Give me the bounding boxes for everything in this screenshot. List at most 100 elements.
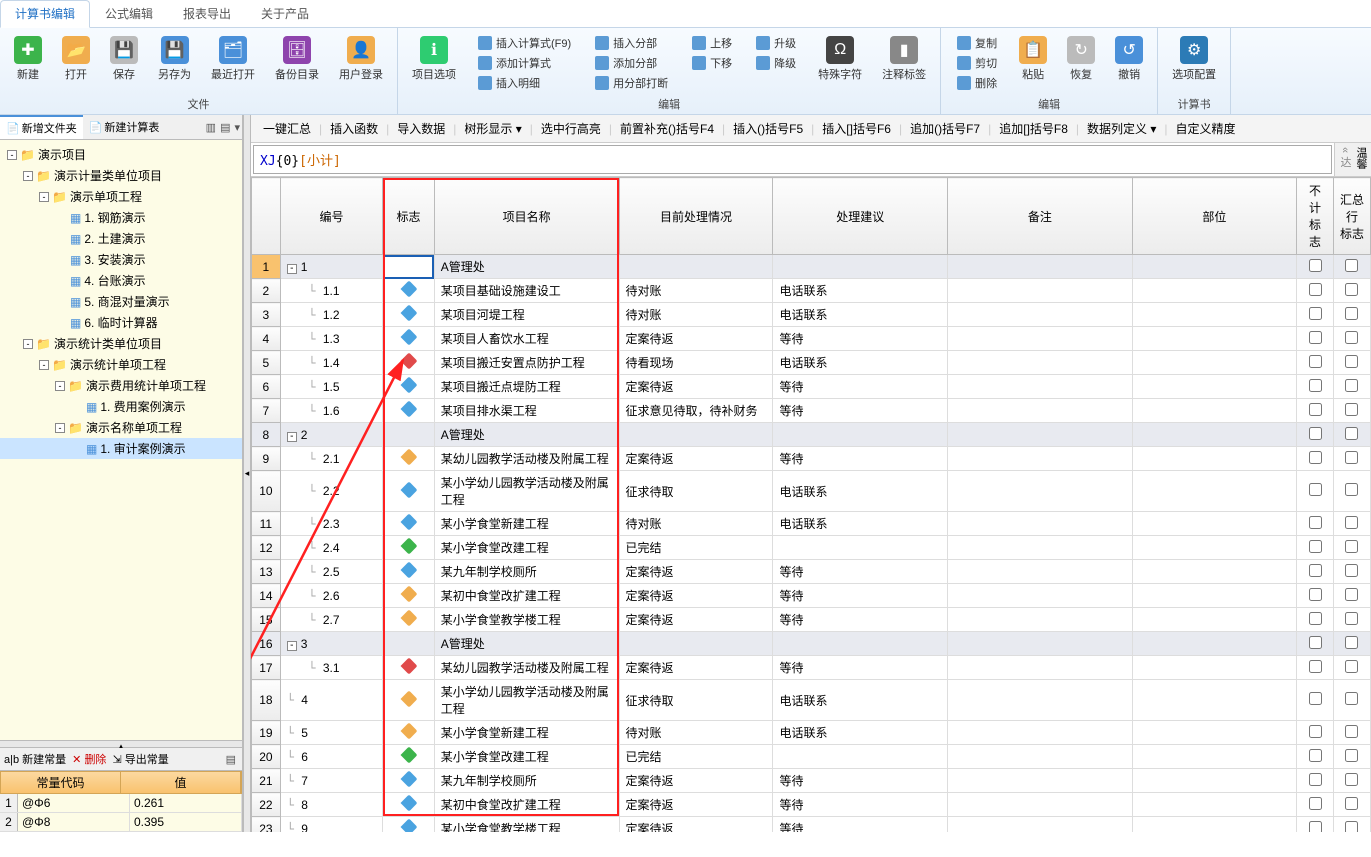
cell-status[interactable]: 定案待返 — [619, 817, 773, 833]
tree-toggle[interactable]: - — [55, 381, 65, 391]
cell-status[interactable]: 征求意见待取，待补财务 — [619, 399, 773, 423]
cell-note[interactable] — [948, 351, 1133, 375]
tab-1[interactable]: 公式编辑 — [90, 0, 168, 27]
cell-sugg[interactable]: 电话联系 — [773, 721, 948, 745]
cell-status[interactable]: 待对账 — [619, 303, 773, 327]
ribbon-spec-char[interactable]: Ω 特殊字符 — [812, 32, 868, 94]
tree-node[interactable]: -📁演示统计类单位项目 — [0, 333, 242, 354]
ribbon-undo[interactable]: ↺ 撤销 — [1109, 32, 1149, 94]
cell-chk2[interactable] — [1333, 817, 1370, 833]
cell-num[interactable]: └ 5 — [280, 721, 383, 745]
cell-status[interactable]: 已完结 — [619, 745, 773, 769]
ribbon-downgrade[interactable]: 降级 — [752, 54, 800, 72]
cell-sugg[interactable] — [773, 745, 948, 769]
cell-num[interactable]: └ 3.1 — [280, 656, 383, 680]
tree-node[interactable]: -📁演示名称单项工程 — [0, 417, 242, 438]
cell-name[interactable]: 某项目搬迁点堤防工程 — [434, 375, 619, 399]
ribbon-add-formula[interactable]: 添加计算式 — [474, 54, 575, 72]
grid-header-8[interactable]: 不计标志 — [1297, 178, 1334, 255]
ribbon-new[interactable]: ✚ 新建 — [8, 32, 48, 94]
cell-flag[interactable] — [383, 680, 434, 721]
rownum[interactable]: 17 — [252, 656, 281, 680]
project-tree[interactable]: -📁演示项目-📁演示计量类单位项目-📁演示单项工程▦1. 钢筋演示▦2. 土建演… — [0, 140, 242, 740]
cell-flag[interactable] — [383, 303, 434, 327]
cell-flag[interactable] — [383, 471, 434, 512]
cell-chk2[interactable] — [1333, 351, 1370, 375]
cell-flag[interactable] — [383, 255, 434, 279]
tree-node[interactable]: ▦4. 台账演示 — [0, 270, 242, 291]
rownum[interactable]: 16 — [252, 632, 281, 656]
cell-chk2[interactable] — [1333, 536, 1370, 560]
tb2-btn-4[interactable]: 选中行高亮 — [535, 118, 607, 139]
tb2-btn-1[interactable]: 插入函数 — [324, 118, 384, 139]
cell-sugg[interactable] — [773, 255, 948, 279]
grid-row[interactable]: 21 └ 7 某九年制学校厕所 定案待返 等待 — [252, 769, 1371, 793]
grid-row[interactable]: 2 └ 1.1 某项目基础设施建设工 待对账 电话联系 — [252, 279, 1371, 303]
cell-name[interactable]: 某项目搬迁安置点防护工程 — [434, 351, 619, 375]
ribbon-delete[interactable]: 删除 — [953, 74, 1001, 92]
cell-flag[interactable] — [383, 632, 434, 656]
cell-num[interactable]: └ 7 — [280, 769, 383, 793]
cell-chk2[interactable] — [1333, 255, 1370, 279]
cell-sugg[interactable]: 电话联系 — [773, 471, 948, 512]
cell-num[interactable]: └ 1.5 — [280, 375, 383, 399]
cell-chk1[interactable] — [1297, 721, 1334, 745]
cell-chk2[interactable] — [1333, 512, 1370, 536]
cell-chk1[interactable] — [1297, 608, 1334, 632]
tab-3[interactable]: 关于产品 — [246, 0, 324, 27]
rownum[interactable]: 21 — [252, 769, 281, 793]
cell-status[interactable]: 定案待返 — [619, 447, 773, 471]
tree-node[interactable]: -📁演示费用统计单项工程 — [0, 375, 242, 396]
cell-sugg[interactable]: 等待 — [773, 375, 948, 399]
ribbon-login[interactable]: 👤 用户登录 — [333, 32, 389, 94]
cell-note[interactable] — [948, 769, 1133, 793]
ribbon-annot[interactable]: ▮ 注释标签 — [876, 32, 932, 94]
ribbon-break-part[interactable]: 用分部打断 — [591, 74, 672, 92]
grid-row[interactable]: 19 └ 5 某小学食堂新建工程 待对账 电话联系 — [252, 721, 1371, 745]
rownum[interactable]: 3 — [252, 303, 281, 327]
tb2-btn-6[interactable]: 插入()括号F5 — [727, 118, 809, 139]
cell-flag[interactable] — [383, 447, 434, 471]
cell-status[interactable]: 征求待取 — [619, 471, 773, 512]
rownum[interactable]: 6 — [252, 375, 281, 399]
data-grid[interactable]: 编号标志项目名称目前处理情况处理建议备注部位不计标志汇总行标志 1 -1 A管理… — [251, 177, 1371, 832]
ribbon-ins-formula[interactable]: 插入计算式(F9) — [474, 34, 575, 52]
cell-name[interactable]: 某小学幼儿园教学活动楼及附属工程 — [434, 471, 619, 512]
cell-num[interactable]: └ 4 — [280, 680, 383, 721]
ribbon-cfg[interactable]: ⚙ 选项配置 — [1166, 32, 1222, 94]
cell-chk2[interactable] — [1333, 745, 1370, 769]
cell-chk1[interactable] — [1297, 447, 1334, 471]
cell-note[interactable] — [948, 536, 1133, 560]
grid-header-3[interactable]: 项目名称 — [434, 178, 619, 255]
cell-name[interactable]: 某小学幼儿园教学活动楼及附属工程 — [434, 680, 619, 721]
rownum[interactable]: 22 — [252, 793, 281, 817]
cell-status[interactable]: 征求待取 — [619, 680, 773, 721]
cell-part[interactable] — [1132, 303, 1296, 327]
cell-chk1[interactable] — [1297, 656, 1334, 680]
cell-status[interactable] — [619, 423, 773, 447]
cell-chk2[interactable] — [1333, 721, 1370, 745]
cell-part[interactable] — [1132, 560, 1296, 584]
cell-status[interactable]: 定案待返 — [619, 327, 773, 351]
cell-flag[interactable] — [383, 536, 434, 560]
cell-name[interactable]: 某初中食堂改扩建工程 — [434, 793, 619, 817]
tree-toggle[interactable]: - — [23, 171, 33, 181]
grid-header-2[interactable]: 标志 — [383, 178, 434, 255]
cell-name[interactable]: 某小学食堂教学楼工程 — [434, 608, 619, 632]
cell-note[interactable] — [948, 375, 1133, 399]
grid-row[interactable]: 11 └ 2.3 某小学食堂新建工程 待对账 电话联系 — [252, 512, 1371, 536]
cell-chk2[interactable] — [1333, 327, 1370, 351]
row-expander[interactable]: - — [287, 641, 297, 651]
cell-name[interactable]: 某幼儿园教学活动楼及附属工程 — [434, 447, 619, 471]
cell-num[interactable]: -1 — [280, 255, 383, 279]
cell-chk1[interactable] — [1297, 817, 1334, 833]
cell-sugg[interactable] — [773, 423, 948, 447]
tree-toggle[interactable]: - — [39, 360, 49, 370]
rownum[interactable]: 14 — [252, 584, 281, 608]
cell-flag[interactable] — [383, 817, 434, 833]
cell-part[interactable] — [1132, 423, 1296, 447]
tree-ctrl-3[interactable]: ▾ — [232, 121, 242, 134]
cell-name[interactable]: 某项目河堤工程 — [434, 303, 619, 327]
cell-num[interactable]: └ 1.2 — [280, 303, 383, 327]
grid-header-1[interactable]: 编号 — [280, 178, 383, 255]
